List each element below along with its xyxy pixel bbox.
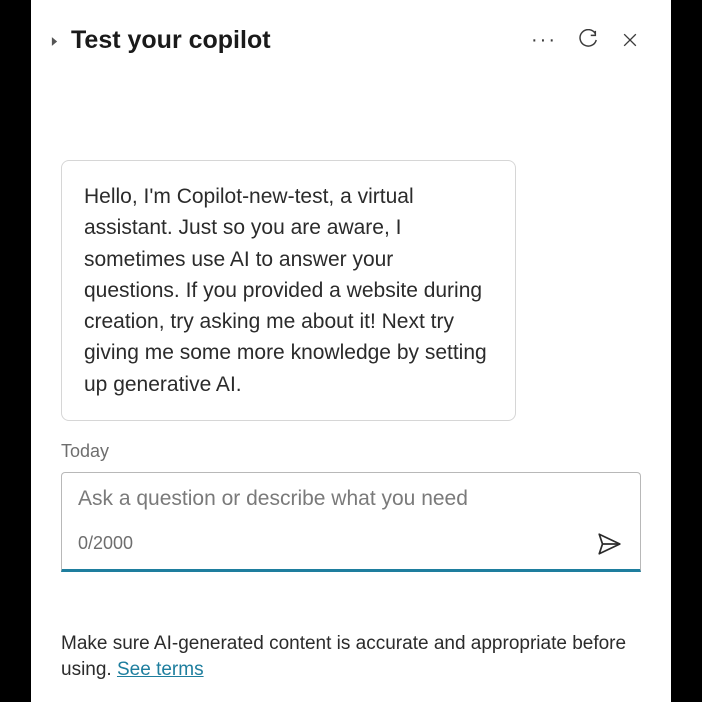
- char-counter: 0/2000: [78, 533, 133, 554]
- assistant-message: Hello, I'm Copilot-new-test, a virtual a…: [61, 160, 516, 421]
- close-icon[interactable]: [619, 29, 641, 51]
- header-actions: ···: [531, 29, 641, 52]
- more-options-icon[interactable]: ···: [531, 29, 557, 52]
- input-footer: 0/2000: [78, 529, 624, 559]
- panel-title: Test your copilot: [71, 26, 531, 55]
- refresh-icon[interactable]: [577, 29, 599, 51]
- chat-content: Hello, I'm Copilot-new-test, a virtual a…: [31, 160, 671, 613]
- copilot-test-panel: Test your copilot ··· Hello, I'm Copilot…: [31, 0, 671, 702]
- send-button[interactable]: [594, 529, 624, 559]
- day-separator: Today: [61, 441, 641, 462]
- assistant-message-text: Hello, I'm Copilot-new-test, a virtual a…: [84, 185, 487, 396]
- see-terms-link[interactable]: See terms: [117, 659, 204, 680]
- collapse-caret-icon[interactable]: [51, 35, 63, 47]
- chat-input[interactable]: [78, 487, 624, 511]
- disclaimer-footer: Make sure AI-generated content is accura…: [31, 613, 671, 684]
- chat-input-container: 0/2000: [61, 472, 641, 572]
- panel-header: Test your copilot ···: [31, 20, 671, 60]
